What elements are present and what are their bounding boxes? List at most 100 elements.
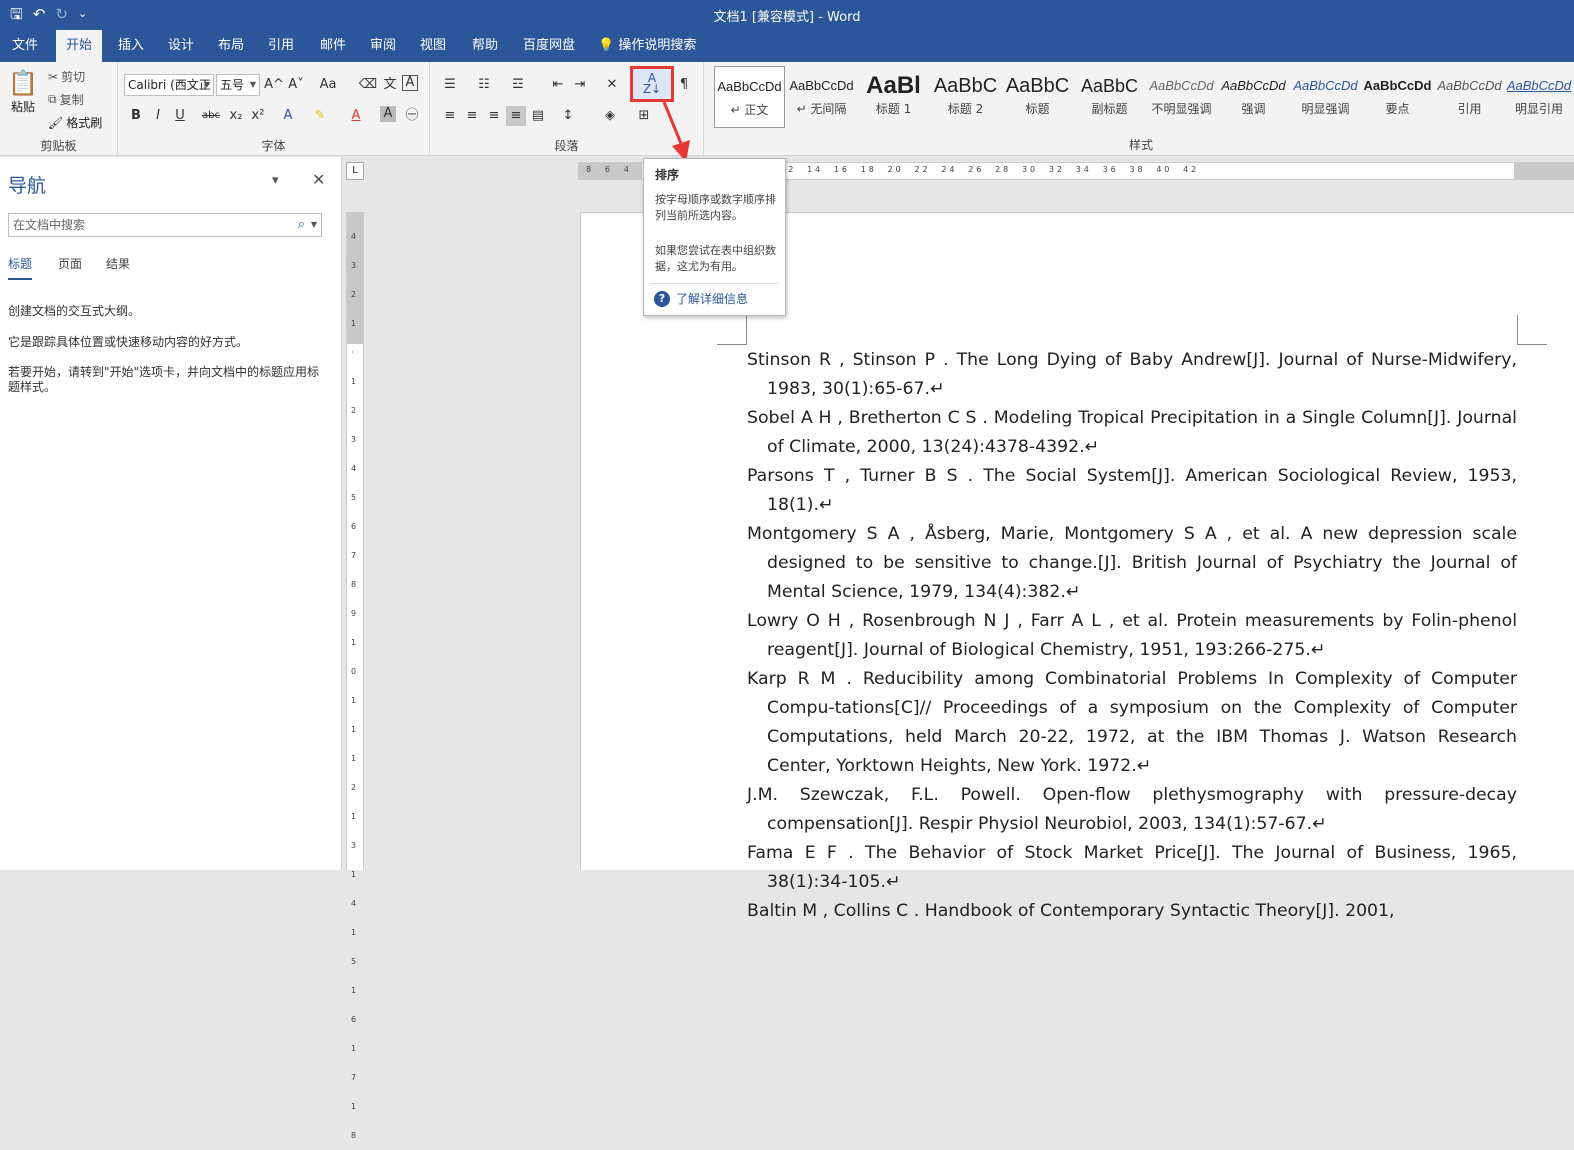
- cut-label: 剪切: [61, 70, 86, 84]
- nav-tab-pages[interactable]: 页面: [58, 255, 82, 272]
- reference-entry[interactable]: Fama E F . The Behavior of Stock Market …: [747, 839, 1517, 897]
- style-intense-quote[interactable]: AaBbCcDd 明显引用: [1506, 66, 1572, 128]
- style-subtitle[interactable]: AaBbC 副标题: [1074, 66, 1145, 128]
- reference-entry[interactable]: J.M. Szewczak, F.L. Powell. Open-flow pl…: [747, 781, 1517, 839]
- character-shading-icon[interactable]: A: [380, 106, 396, 122]
- grow-font-button[interactable]: A^: [264, 75, 284, 95]
- reference-entry[interactable]: Lowry O H , Rosenbrough N J , Farr A L ,…: [747, 607, 1517, 665]
- tab-design[interactable]: 设计: [158, 30, 204, 62]
- style-name: 要点: [1385, 102, 1410, 116]
- reference-entry[interactable]: Karp R M . Reducibility among Combinator…: [747, 665, 1517, 781]
- ribbon-tabs: 文件 开始 插入 设计 布局 引用 邮件 审阅 视图 帮助 百度网盘 💡 操作说…: [0, 30, 1574, 62]
- text-effects-icon[interactable]: A: [278, 106, 298, 126]
- reference-entry[interactable]: Montgomery S A , Åsberg, Marie, Montgome…: [747, 520, 1517, 607]
- style-strong[interactable]: AaBbCcDd 要点: [1362, 66, 1433, 128]
- nav-pane-title: 导航: [8, 175, 47, 197]
- vertical-ruler[interactable]: 4 3 2 1 · 1 2 3 4 5 6 7 8 9 10 11 12 13 …: [346, 212, 364, 1140]
- pane-options-icon[interactable]: ▾: [272, 173, 279, 188]
- borders-icon[interactable]: ⊞: [634, 106, 654, 126]
- nav-tab-results[interactable]: 结果: [106, 255, 130, 272]
- bold-button[interactable]: B: [126, 106, 146, 126]
- tab-home[interactable]: 开始: [56, 30, 103, 62]
- style-sample: AaBl: [866, 72, 921, 99]
- font-group: Calibri (西文正 ▼ 五号 ▼ A^ A˅ Aa ⌫ 文 A B I U a…: [118, 62, 430, 156]
- style-emphasis[interactable]: AaBbCcDd 强调: [1218, 66, 1289, 128]
- font-color-button[interactable]: A: [346, 106, 366, 126]
- phonetic-guide-icon[interactable]: 文: [380, 75, 400, 95]
- font-name-combo[interactable]: Calibri (西文正 ▼: [124, 74, 214, 96]
- style-name: 标题: [1025, 102, 1050, 116]
- reference-entry[interactable]: Parsons T , Turner B S . The Social Syst…: [747, 462, 1517, 520]
- decrease-indent-icon[interactable]: ⇤: [548, 75, 568, 95]
- style-heading-2[interactable]: AaBbC 标题 2: [930, 66, 1001, 128]
- multilevel-list-icon[interactable]: ☲: [508, 75, 528, 95]
- tab-file[interactable]: 文件: [2, 30, 48, 62]
- style-no-spacing[interactable]: AaBbCcDd ↵ 无间隔: [786, 66, 857, 128]
- style-quote[interactable]: AaBbCcDd 引用: [1434, 66, 1505, 128]
- chevron-down-icon: ▼: [203, 80, 210, 89]
- tell-me-search[interactable]: 💡 操作说明搜索: [598, 30, 696, 62]
- sort-button[interactable]: A Z↓: [630, 66, 674, 102]
- style-subtle-emphasis[interactable]: AaBbCcDd 不明显强调: [1146, 66, 1217, 128]
- copy-button[interactable]: ⧉ 复制: [48, 91, 84, 108]
- tooltip-description: 按字母顺序或数字顺序排列当前所选内容。: [655, 193, 776, 222]
- style-title[interactable]: AaBbC 标题: [1002, 66, 1073, 128]
- align-center-icon[interactable]: ≡: [462, 106, 482, 126]
- tab-help[interactable]: 帮助: [462, 30, 508, 62]
- style-normal[interactable]: AaBbCcDd ↵ 正文: [714, 66, 785, 128]
- enclose-characters-icon[interactable]: ㊀: [402, 106, 422, 126]
- align-right-icon[interactable]: ≡: [484, 106, 504, 126]
- chevron-down-icon: ▼: [249, 80, 256, 89]
- shading-icon[interactable]: ◈: [600, 106, 620, 126]
- clear-format-icon[interactable]: ⌫: [358, 75, 378, 95]
- style-name: ↵ 无间隔: [796, 102, 847, 116]
- chevron-down-icon[interactable]: ▼: [311, 214, 317, 236]
- font-size-combo[interactable]: 五号 ▼: [216, 74, 260, 96]
- tab-baidu-netdisk[interactable]: 百度网盘: [513, 30, 585, 62]
- justify-icon[interactable]: ≡: [506, 106, 526, 126]
- chinese-layout-icon[interactable]: ✕: [602, 75, 622, 95]
- font-name-value: Calibri (西文正: [128, 78, 211, 92]
- reference-entry[interactable]: Baltin M , Collins C . Handbook of Conte…: [747, 897, 1517, 926]
- nav-tab-headings[interactable]: 标题: [8, 255, 33, 280]
- style-intense-emphasis[interactable]: AaBbCcDd 明显强调: [1290, 66, 1361, 128]
- tab-mailings[interactable]: 邮件: [310, 30, 356, 62]
- highlight-icon[interactable]: ✎: [310, 106, 330, 126]
- document-body[interactable]: Stinson R , Stinson P . The Long Dying o…: [747, 346, 1517, 926]
- increase-indent-icon[interactable]: ⇥: [570, 75, 590, 95]
- italic-button[interactable]: I: [148, 106, 168, 126]
- tab-view[interactable]: 视图: [410, 30, 456, 62]
- tab-insert[interactable]: 插入: [108, 30, 154, 62]
- superscript-button[interactable]: x²: [248, 106, 268, 126]
- learn-more-link[interactable]: ? 了解详细信息: [654, 290, 748, 307]
- tab-selector[interactable]: L: [346, 162, 364, 180]
- subscript-button[interactable]: x₂: [226, 106, 246, 126]
- numbering-icon[interactable]: ☷: [474, 75, 494, 95]
- character-border-icon[interactable]: A: [402, 75, 418, 91]
- tab-layout[interactable]: 布局: [208, 30, 254, 62]
- underline-button[interactable]: U: [170, 106, 190, 126]
- style-name: ↵ 正文: [730, 103, 769, 117]
- line-spacing-icon[interactable]: ↕: [558, 106, 578, 126]
- align-left-icon[interactable]: ≡: [440, 106, 460, 126]
- cut-button[interactable]: ✂ 剪切: [48, 68, 85, 85]
- show-marks-icon[interactable]: ¶: [674, 75, 694, 95]
- style-heading-1[interactable]: AaBl 标题 1: [858, 66, 929, 128]
- reference-entry[interactable]: Sobel A H , Bretherton C S . Modeling Tr…: [747, 404, 1517, 462]
- distributed-icon[interactable]: ▤: [528, 106, 548, 126]
- help-icon: ?: [654, 290, 670, 307]
- shrink-font-button[interactable]: A˅: [286, 75, 306, 95]
- close-icon[interactable]: ✕: [312, 170, 325, 189]
- format-painter-button[interactable]: 🖌 格式刷: [48, 114, 102, 131]
- change-case-button[interactable]: Aa: [314, 75, 342, 95]
- bullets-icon[interactable]: ☰: [440, 75, 460, 95]
- search-icon[interactable]: ⌕: [298, 214, 305, 236]
- reference-entry[interactable]: Stinson R , Stinson P . The Long Dying o…: [747, 346, 1517, 404]
- tab-references[interactable]: 引用: [258, 30, 304, 62]
- tab-review[interactable]: 审阅: [360, 30, 406, 62]
- nav-message: 创建文档的交互式大纲。: [8, 304, 141, 318]
- strikethrough-button[interactable]: abc: [198, 106, 224, 126]
- scissors-icon: ✂: [48, 69, 59, 84]
- search-input[interactable]: 在文档中搜索 ⌕ ▼: [8, 213, 322, 237]
- paste-button[interactable]: 📋 粘贴: [8, 68, 38, 115]
